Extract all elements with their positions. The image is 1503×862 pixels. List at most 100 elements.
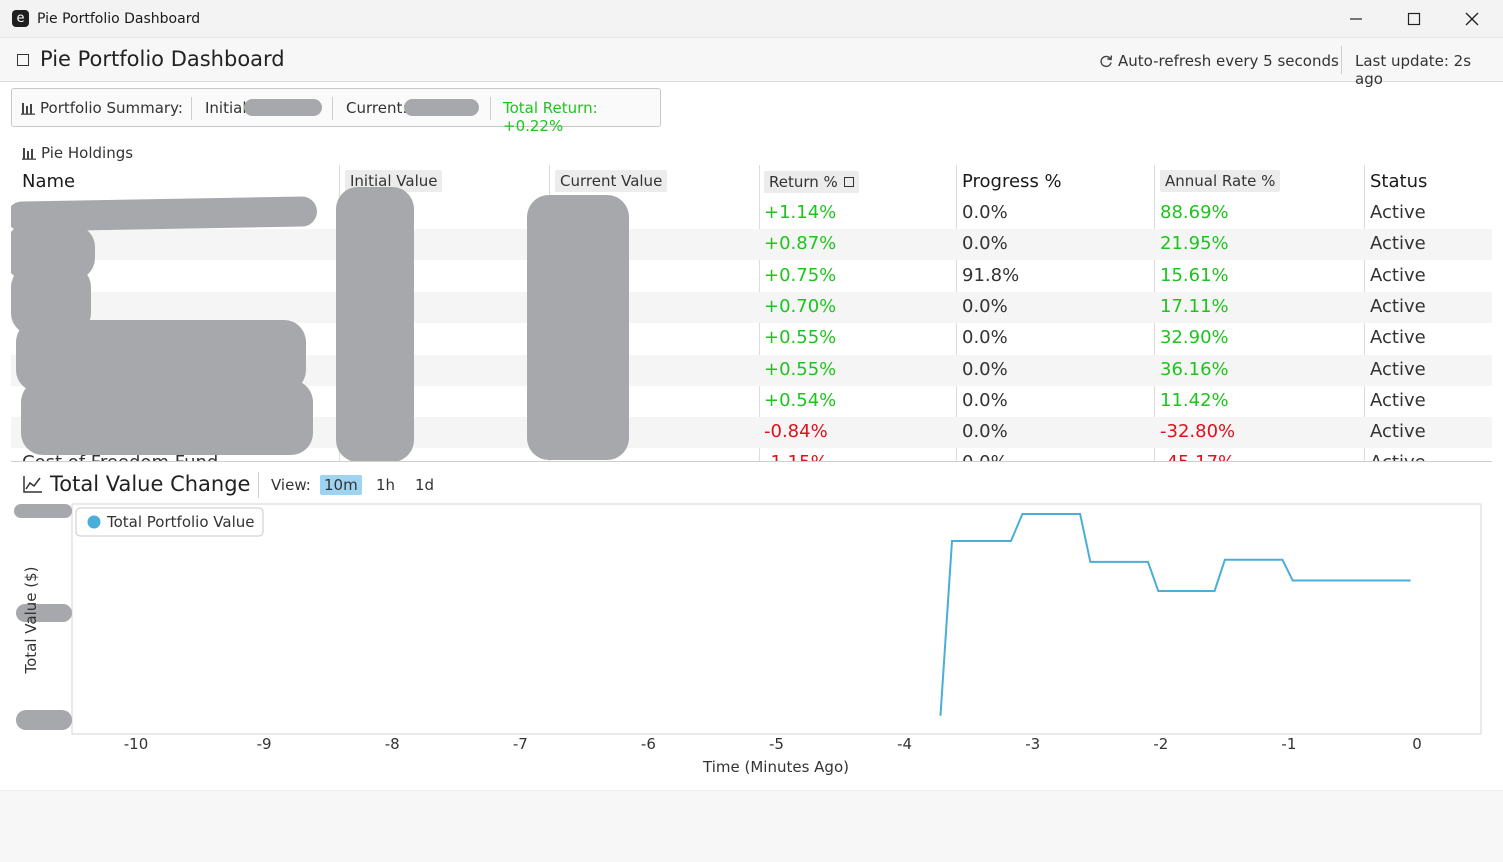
cell-return-pct: +0.55% xyxy=(764,327,837,349)
redacted-initial-values xyxy=(336,187,414,461)
x-axis-ticks: -10 -9 -8 -7 -6 -5 -4 -3 -2 -1 0 xyxy=(124,735,1422,753)
x-tick-label: -4 xyxy=(897,735,912,753)
refresh-icon xyxy=(1100,55,1113,68)
cell-progress-pct: 91.8% xyxy=(962,264,1020,286)
chart-header-divider xyxy=(258,472,259,498)
x-tick-label: -10 xyxy=(124,735,149,753)
redacted-initial-value xyxy=(244,99,322,116)
chart-title: Total Value Change xyxy=(50,472,251,496)
holdings-label: Pie Holdings xyxy=(41,144,134,162)
cell-annual-rate: 32.90% xyxy=(1160,327,1229,349)
column-header-status[interactable]: Status xyxy=(1370,171,1427,192)
redacted-y-tick xyxy=(14,504,72,518)
holdings-table: Name Initial Value Current Value Return … xyxy=(11,165,1492,462)
current-value-label: Current: xyxy=(346,99,408,117)
cell-annual-rate: 11.42% xyxy=(1160,389,1229,411)
auto-refresh-indicator: Auto-refresh every 5 seconds xyxy=(1099,52,1339,70)
column-header-name[interactable]: Name xyxy=(22,171,75,192)
minimize-button[interactable] xyxy=(1327,0,1385,38)
close-icon xyxy=(1465,12,1479,26)
table-row[interactable]: +0.87% 0.0% 21.95% Active xyxy=(11,229,1492,261)
summary-divider xyxy=(490,97,491,120)
x-tick-label: -3 xyxy=(1025,735,1040,753)
column-header-return-label: Return % xyxy=(769,173,838,191)
cell-annual-rate: 88.69% xyxy=(1160,202,1229,223)
column-header-current-value[interactable]: Current Value xyxy=(555,170,668,192)
dashboard-checkbox-icon xyxy=(17,54,29,66)
x-tick-label: 0 xyxy=(1412,735,1422,753)
cell-status: Active xyxy=(1370,295,1426,317)
cell-progress-pct: 0.0% xyxy=(962,389,1008,411)
cell-annual-rate: 36.16% xyxy=(1160,358,1229,380)
chart-section-header: Total Value Change View: 10m 1h 1d xyxy=(11,466,1492,504)
close-button[interactable] xyxy=(1443,0,1501,38)
redacted-y-tick xyxy=(16,710,72,730)
cell-return-pct: -1.15% xyxy=(764,452,828,461)
cell-status: Active xyxy=(1370,452,1426,461)
header-divider xyxy=(1341,46,1342,74)
column-header-return-pct[interactable]: Return % xyxy=(764,171,859,193)
cell-return-pct: +0.70% xyxy=(764,295,837,317)
bar-chart-icon xyxy=(22,148,36,160)
view-label: View: xyxy=(271,476,311,494)
summary-divider xyxy=(332,97,333,120)
line-chart-icon xyxy=(23,476,42,493)
cell-progress-pct: 0.0% xyxy=(962,358,1008,380)
minimize-icon xyxy=(1350,18,1362,20)
redacted-current-values xyxy=(527,195,629,460)
summary-divider xyxy=(191,97,192,120)
view-1d-button[interactable]: 1d xyxy=(411,475,438,495)
total-return-label: Total Return: +0.22% xyxy=(503,99,598,135)
cell-progress-pct: 0.0% xyxy=(962,295,1008,317)
maximize-button[interactable] xyxy=(1385,0,1443,38)
cell-status: Active xyxy=(1370,202,1426,223)
auto-refresh-label: Auto-refresh every 5 seconds xyxy=(1118,52,1339,70)
table-row[interactable]: +0.75% 91.8% 15.61% Active xyxy=(11,261,1492,292)
x-tick-label: -1 xyxy=(1281,735,1296,753)
maximize-icon xyxy=(1407,12,1421,26)
cell-progress-pct: 0.0% xyxy=(962,421,1008,443)
portfolio-summary: Portfolio Summary: Initial Current: Tota… xyxy=(11,88,661,135)
app-icon: e xyxy=(12,10,29,27)
redacted-current-value xyxy=(404,99,479,116)
dashboard-header: Pie Portfolio Dashboard Auto-refresh eve… xyxy=(0,38,1503,88)
cell-progress-pct: 0.0% xyxy=(962,202,1008,223)
x-tick-label: -2 xyxy=(1153,735,1168,753)
bar-chart-icon xyxy=(21,103,35,115)
summary-label-group: Portfolio Summary: xyxy=(21,99,183,117)
y-axis-label: Total Value ($) xyxy=(22,566,40,674)
summary-label: Portfolio Summary: xyxy=(40,99,183,117)
last-update-label: Last update: 2s ago xyxy=(1355,52,1472,88)
cell-progress-pct: 0.0% xyxy=(962,327,1008,349)
x-axis-label: Time (Minutes Ago) xyxy=(702,758,849,776)
view-10m-button[interactable]: 10m xyxy=(320,475,362,495)
cell-return-pct: +1.14% xyxy=(764,202,837,223)
cell-return-pct: -0.84% xyxy=(764,421,828,443)
initial-value-label: Initial xyxy=(205,99,247,117)
window-titlebar: e Pie Portfolio Dashboard xyxy=(0,0,1503,38)
x-tick-label: -5 xyxy=(769,735,784,753)
legend-marker-icon xyxy=(87,515,101,529)
view-1h-button[interactable]: 1h xyxy=(372,475,399,495)
chart-legend[interactable]: Total Portfolio Value xyxy=(75,507,264,537)
x-tick-label: -9 xyxy=(257,735,272,753)
column-header-annual-rate[interactable]: Annual Rate % xyxy=(1160,170,1281,192)
table-row[interactable]: +0.70% 0.0% 17.11% Active xyxy=(11,291,1492,323)
x-tick-label: -7 xyxy=(513,735,528,753)
total-value-chart: Total Value ($) Time (Minutes Ago) -10 -9… xyxy=(14,503,1482,776)
cell-annual-rate: -32.80% xyxy=(1160,421,1236,443)
cell-status: Active xyxy=(1370,358,1426,380)
x-tick-label: -6 xyxy=(641,735,656,753)
x-tick-label: -8 xyxy=(385,735,400,753)
cell-return-pct: +0.54% xyxy=(764,389,837,411)
cell-status: Active xyxy=(1370,233,1426,255)
cell-annual-rate: -45.17% xyxy=(1160,452,1235,461)
holdings-section-label: Pie Holdings xyxy=(22,144,133,162)
cell-annual-rate: 17.11% xyxy=(1160,295,1229,317)
plot-area xyxy=(71,503,1482,735)
footer-area xyxy=(0,790,1503,862)
cell-return-pct: +0.55% xyxy=(764,358,837,380)
cell-progress-pct: 0.0% xyxy=(962,233,1008,255)
column-header-progress-pct[interactable]: Progress % xyxy=(962,171,1062,192)
cell-annual-rate: 21.95% xyxy=(1160,233,1229,255)
